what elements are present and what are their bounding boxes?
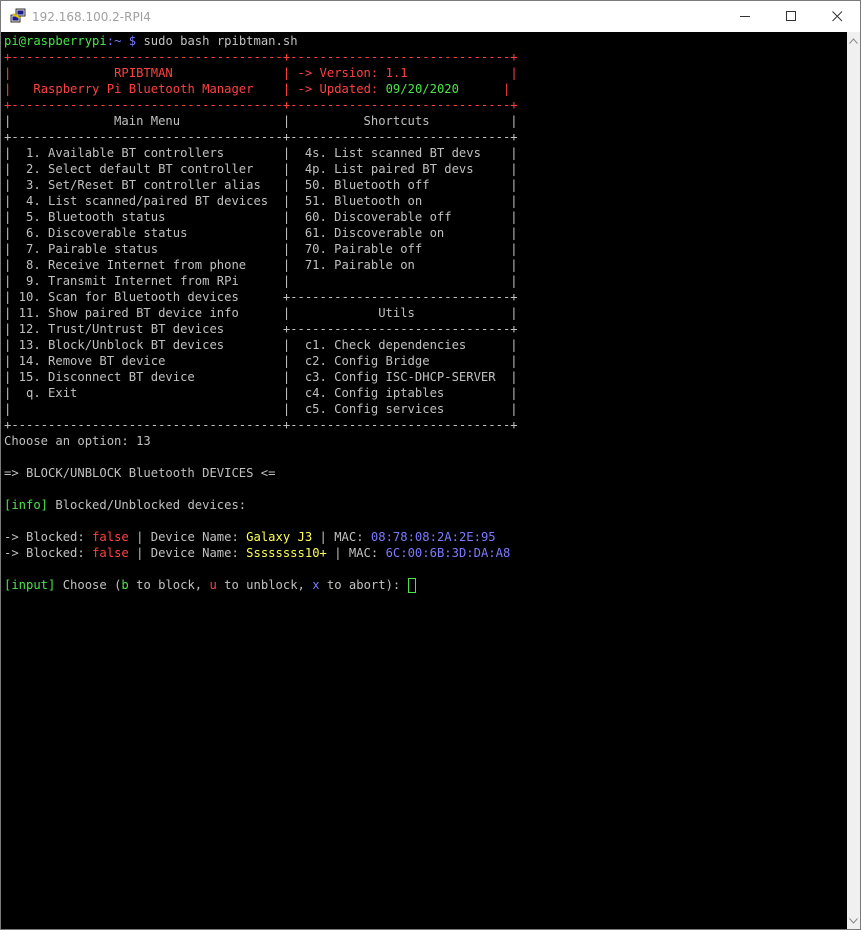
- info-text: Blocked/Unblocked devices:: [48, 498, 247, 512]
- menu-row: | | c5. Config services |: [4, 402, 518, 416]
- menu-row: | 2. Select default BT controller | 4p. …: [4, 162, 518, 176]
- window-title: 192.168.100.2-RPI4: [32, 10, 151, 24]
- info-tag: [info]: [4, 498, 49, 512]
- menu-row: | 8. Receive Internet from phone | 71. P…: [4, 258, 518, 272]
- device-name: Ssssssss10+: [246, 546, 327, 560]
- command-prompt-line: pi@raspberrypi:~ $ sudo bash rpibtman.sh: [4, 33, 518, 49]
- scroll-down-icon[interactable]: [847, 914, 860, 927]
- banner-border: +-------------------------------------+-…: [4, 50, 518, 64]
- menu-border: +-------------------------------------+-…: [4, 130, 518, 144]
- menu-row: | 3. Set/Reset BT controller alias | 50.…: [4, 178, 518, 192]
- menu-row: | 13. Block/Unblock BT devices | c1. Che…: [4, 338, 518, 352]
- device-blocked-status: false: [92, 530, 129, 544]
- input-tag: [input]: [4, 578, 56, 592]
- section-header: => BLOCK/UNBLOCK Bluetooth DEVICES <=: [4, 466, 276, 480]
- option-abort-key: x: [312, 578, 320, 592]
- updated-date: 09/20/2020: [385, 82, 503, 96]
- minimize-button[interactable]: [723, 1, 768, 32]
- terminal-window: 192.168.100.2-RPI4 pi@raspberrypi:~ $ su…: [0, 0, 861, 930]
- option-unblock-key: u: [209, 578, 217, 592]
- putty-icon: [10, 8, 26, 24]
- maximize-button[interactable]: [769, 1, 814, 32]
- version-text: | -> Version: 1.1: [282, 66, 511, 80]
- device-blocked-status: false: [92, 546, 129, 560]
- scroll-up-icon[interactable]: [847, 34, 860, 47]
- prompt-symbol: $: [121, 34, 137, 48]
- menu-row: | 11. Show paired BT device info | Utils…: [4, 306, 518, 320]
- banner-line-2: | Raspberry Pi Bluetooth Manager | -> Up…: [4, 82, 511, 96]
- terminal-output: pi@raspberrypi:~ $ sudo bash rpibtman.sh…: [4, 33, 518, 593]
- menu-row: | 12. Trust/Untrust BT devices +--------…: [4, 322, 518, 336]
- text-cursor[interactable]: [407, 578, 416, 593]
- menu-row: | 6. Discoverable status | 61. Discovera…: [4, 226, 518, 240]
- title-bar[interactable]: 192.168.100.2-RPI4: [1, 1, 860, 32]
- menu-header: | Main Menu | Shortcuts |: [4, 114, 518, 128]
- menu-row: | 9. Transmit Internet from RPi | |: [4, 274, 518, 288]
- app-full-name: Raspberry Pi Bluetooth Manager: [11, 82, 283, 96]
- menu-row: | 10. Scan for Bluetooth devices +------…: [4, 290, 518, 304]
- menu-row: | 7. Pairable status | 70. Pairable off …: [4, 242, 518, 256]
- maximize-icon: [786, 11, 796, 21]
- info-line: [info] Blocked/Unblocked devices:: [4, 497, 518, 513]
- prompt-user: pi@raspberrypi: [4, 34, 107, 48]
- device-row: -> Blocked: false | Device Name: Galaxy …: [4, 530, 496, 544]
- device-mac: 08:78:08:2A:2E:95: [370, 530, 496, 544]
- vertical-scrollbar[interactable]: [847, 32, 860, 929]
- device-mac: 6C:00:6B:3D:DA:A8: [385, 546, 511, 560]
- updated-label: -> Updated:: [297, 82, 386, 96]
- option-block-key: b: [121, 578, 129, 592]
- menu-row: | q. Exit | c4. Config iptables |: [4, 386, 518, 400]
- prompt-path: :~: [106, 34, 122, 48]
- menu-row: | 4. List scanned/paired BT devices | 51…: [4, 194, 518, 208]
- input-prompt-line: [input] Choose (b to block, u to unblock…: [4, 577, 518, 593]
- banner-border: +-------------------------------------+-…: [4, 98, 518, 112]
- banner-line-1: | RPIBTMAN | -> Version: 1.1 |: [4, 66, 518, 80]
- device-row: -> Blocked: false | Device Name: Sssssss…: [4, 546, 511, 560]
- command-text: sudo bash rpibtman.sh: [136, 34, 298, 48]
- menu-row: | 5. Bluetooth status | 60. Discoverable…: [4, 210, 518, 224]
- menu-row: | 1. Available BT controllers | 4s. List…: [4, 146, 518, 160]
- app-name: RPIBTMAN: [11, 66, 283, 80]
- menu-border: +-------------------------------------+-…: [4, 418, 518, 432]
- menu-row: | 14. Remove BT device | c2. Config Brid…: [4, 354, 518, 368]
- choose-option-line: Choose an option: 13: [4, 434, 151, 448]
- terminal-screen[interactable]: pi@raspberrypi:~ $ sudo bash rpibtman.sh…: [1, 32, 847, 929]
- close-button[interactable]: [815, 1, 860, 32]
- device-name: Galaxy J3: [246, 530, 313, 544]
- minimize-icon: [740, 16, 750, 17]
- menu-row: | 15. Disconnect BT device | c3. Config …: [4, 370, 518, 384]
- close-icon: [832, 11, 843, 22]
